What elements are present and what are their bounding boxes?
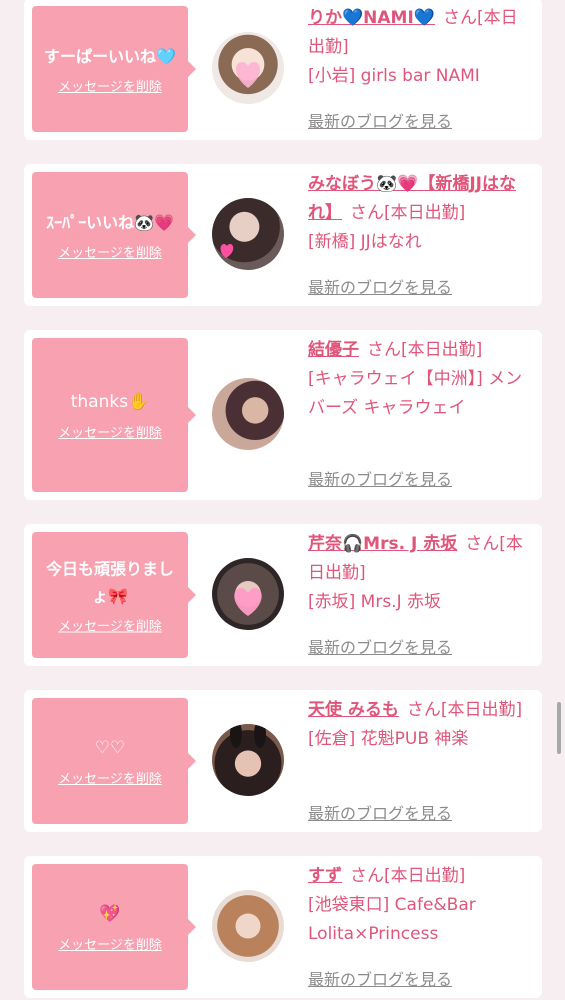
message-card: すーぱーいいね🩵 メッセージを削除 りか💙NAMI💙 さん[本日出勤] [小岩] … xyxy=(24,0,542,140)
message-bubble: すーぱーいいね🩵 メッセージを削除 xyxy=(32,6,196,132)
cast-name-link[interactable]: 結優子 xyxy=(308,340,359,360)
avatar[interactable] xyxy=(212,32,284,104)
message-card: ♡♡ メッセージを削除 天使 みるも さん[本日出勤] [佐倉] 花魁PUB 神楽… xyxy=(24,690,542,832)
cast-info: 芹奈🎧Mrs. J 赤坂 さん[本日出勤] [赤坂] Mrs.J 赤坂 xyxy=(308,530,534,617)
heart-icon xyxy=(220,244,234,258)
avatar[interactable] xyxy=(212,890,284,962)
delete-message-link[interactable]: メッセージを削除 xyxy=(58,934,162,953)
cast-status: さん[本日出勤] xyxy=(367,340,483,360)
delete-message-link[interactable]: メッセージを削除 xyxy=(58,422,162,441)
delete-message-link[interactable]: メッセージを削除 xyxy=(58,616,162,635)
cast-info: 天使 みるも さん[本日出勤] [佐倉] 花魁PUB 神楽 xyxy=(308,696,534,754)
message-text: 今日も頑張りましょ🎀 xyxy=(45,559,174,606)
message-text: thanks✋ xyxy=(70,392,150,412)
message-bubble: ♡♡ メッセージを削除 xyxy=(32,698,196,824)
avatar[interactable] xyxy=(212,378,284,450)
cast-name-link[interactable]: すず xyxy=(308,866,342,886)
cast-status: さん[本日出勤] xyxy=(406,700,523,720)
message-text: ♡♡ xyxy=(94,738,126,758)
latest-blog-link[interactable]: 最新のブログを見る xyxy=(308,466,452,490)
delete-message-link[interactable]: メッセージを削除 xyxy=(58,242,162,261)
delete-message-link[interactable]: メッセージを削除 xyxy=(58,76,162,95)
cast-info: すず さん[本日出勤] [池袋東口] Cafe&Bar Lolita×Prince… xyxy=(308,862,534,949)
cast-info: りか💙NAMI💙 さん[本日出勤] [小岩] girls bar NAMI xyxy=(308,4,534,91)
message-text: すーぱーいいね🩵 xyxy=(44,47,176,66)
avatar[interactable] xyxy=(212,198,284,270)
message-card: thanks✋ メッセージを削除 結優子 さん[本日出勤] [キャラウェイ【中洲】… xyxy=(24,330,542,500)
shop-name: [池袋東口] Cafe&Bar Lolita×Princess xyxy=(308,895,476,944)
message-text: 💖 xyxy=(99,904,121,924)
cast-status: さん[本日出勤] xyxy=(350,203,466,223)
shop-name: [小岩] girls bar NAMI xyxy=(308,66,480,86)
latest-blog-link[interactable]: 最新のブログを見る xyxy=(308,108,452,132)
shop-name: [新橋] JJはなれ xyxy=(308,232,422,252)
heart-mask-icon xyxy=(234,588,262,616)
avatar[interactable] xyxy=(212,558,284,630)
message-card: ｽｰﾊﾟｰいいね🐼💗 メッセージを削除 みなぼう🐼💗【新橋JJはなれ】 さん[本日… xyxy=(24,164,542,306)
message-card: 💖 メッセージを削除 すず さん[本日出勤] [池袋東口] Cafe&Bar Lo… xyxy=(24,856,542,998)
message-bubble: 今日も頑張りましょ🎀 メッセージを削除 xyxy=(32,532,196,658)
bunny-ears-icon xyxy=(230,724,266,748)
cast-info: みなぼう🐼💗【新橋JJはなれ】 さん[本日出勤] [新橋] JJはなれ xyxy=(308,170,534,257)
message-bubble: 💖 メッセージを削除 xyxy=(32,864,196,990)
delete-message-link[interactable]: メッセージを削除 xyxy=(58,768,162,787)
latest-blog-link[interactable]: 最新のブログを見る xyxy=(308,966,452,990)
message-bubble: thanks✋ メッセージを削除 xyxy=(32,338,196,492)
message-card: 今日も頑張りましょ🎀 メッセージを削除 芹奈🎧Mrs. J 赤坂 さん[本日出勤]… xyxy=(24,524,542,666)
cast-status: さん[本日出勤] xyxy=(350,866,466,886)
cast-name-link[interactable]: 天使 みるも xyxy=(308,700,399,720)
cast-name-link[interactable]: 芹奈🎧Mrs. J 赤坂 xyxy=(308,534,457,554)
latest-blog-link[interactable]: 最新のブログを見る xyxy=(308,800,452,824)
message-bubble: ｽｰﾊﾟｰいいね🐼💗 メッセージを削除 xyxy=(32,172,196,298)
heart-sticker-icon xyxy=(235,62,261,88)
latest-blog-link[interactable]: 最新のブログを見る xyxy=(308,274,452,298)
latest-blog-link[interactable]: 最新のブログを見る xyxy=(308,634,452,658)
shop-name: [赤坂] Mrs.J 赤坂 xyxy=(308,592,442,612)
cast-name-link[interactable]: りか💙NAMI💙 xyxy=(308,8,435,28)
message-text: ｽｰﾊﾟｰいいね🐼💗 xyxy=(46,213,174,232)
shop-name: [キャラウェイ【中洲】] メンバーズ キャラウェイ xyxy=(308,369,523,418)
scrollbar[interactable] xyxy=(557,702,561,754)
shop-name: [佐倉] 花魁PUB 神楽 xyxy=(308,729,469,749)
avatar[interactable] xyxy=(212,724,284,796)
cast-info: 結優子 さん[本日出勤] [キャラウェイ【中洲】] メンバーズ キャラウェイ xyxy=(308,336,534,423)
